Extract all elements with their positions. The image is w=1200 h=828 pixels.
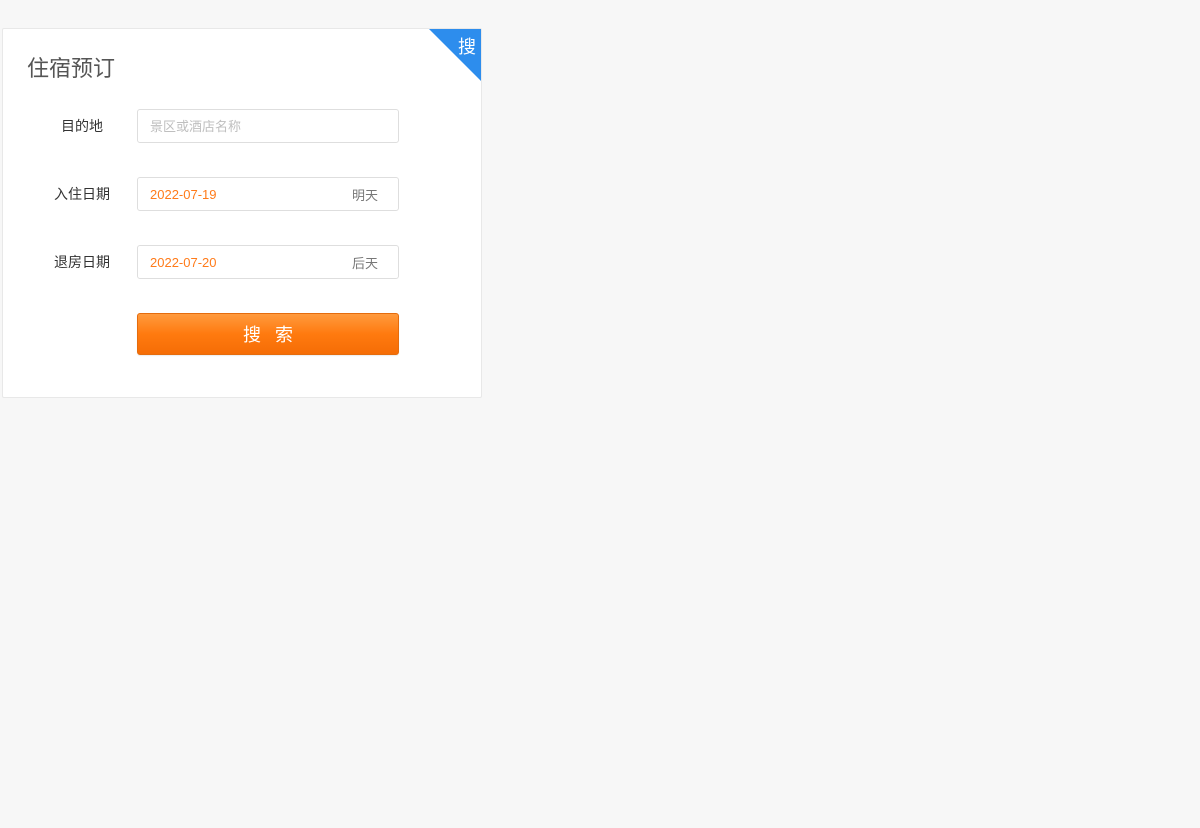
booking-card: 搜 住宿预订 目的地 入住日期 2022-07-19 明天 退房日期 2022-… (2, 28, 482, 398)
checkout-date-value: 2022-07-20 (150, 255, 352, 270)
destination-field-wrapper (137, 109, 399, 143)
checkout-date-hint: 后天 (352, 253, 378, 272)
checkout-label: 退房日期 (27, 252, 137, 272)
checkin-date-hint: 明天 (352, 185, 378, 204)
checkout-row: 退房日期 2022-07-20 后天 (27, 245, 457, 279)
checkin-date-value: 2022-07-19 (150, 187, 352, 202)
search-button[interactable]: 搜索 (137, 313, 399, 355)
card-title: 住宿预订 (27, 51, 457, 83)
button-row: 搜索 (27, 313, 457, 355)
corner-badge-text: 搜 (458, 33, 476, 59)
checkin-field[interactable]: 2022-07-19 明天 (137, 177, 399, 211)
destination-row: 目的地 (27, 109, 457, 143)
destination-input[interactable] (150, 110, 386, 142)
destination-label: 目的地 (27, 116, 137, 136)
corner-badge: 搜 (429, 29, 481, 81)
checkin-row: 入住日期 2022-07-19 明天 (27, 177, 457, 211)
checkin-label: 入住日期 (27, 184, 137, 204)
checkout-field[interactable]: 2022-07-20 后天 (137, 245, 399, 279)
